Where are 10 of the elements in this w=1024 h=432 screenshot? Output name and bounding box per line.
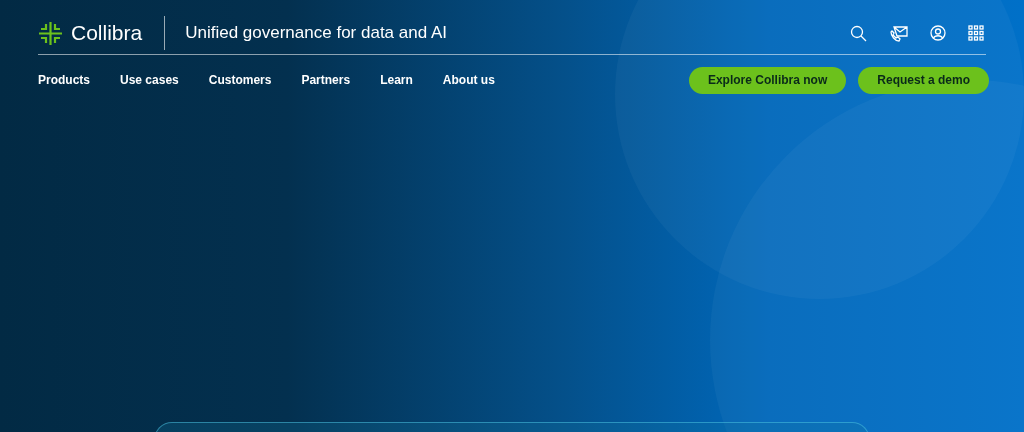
logo-text[interactable]: Collibra: [71, 17, 143, 49]
nav-link[interactable]: Customers: [208, 71, 272, 89]
nav-link[interactable]: Use cases: [120, 71, 179, 89]
nav-link[interactable]: Products: [38, 71, 90, 89]
cta-button[interactable]: Request a demo: [858, 66, 989, 94]
nav-link[interactable]: Partners: [301, 71, 351, 89]
nav-link[interactable]: About us: [442, 71, 495, 89]
tagline: Unified governance for data and AI: [185, 22, 447, 45]
nav-link[interactable]: Learn: [380, 71, 413, 89]
cta-button[interactable]: Explore Collibra now: [688, 66, 847, 94]
